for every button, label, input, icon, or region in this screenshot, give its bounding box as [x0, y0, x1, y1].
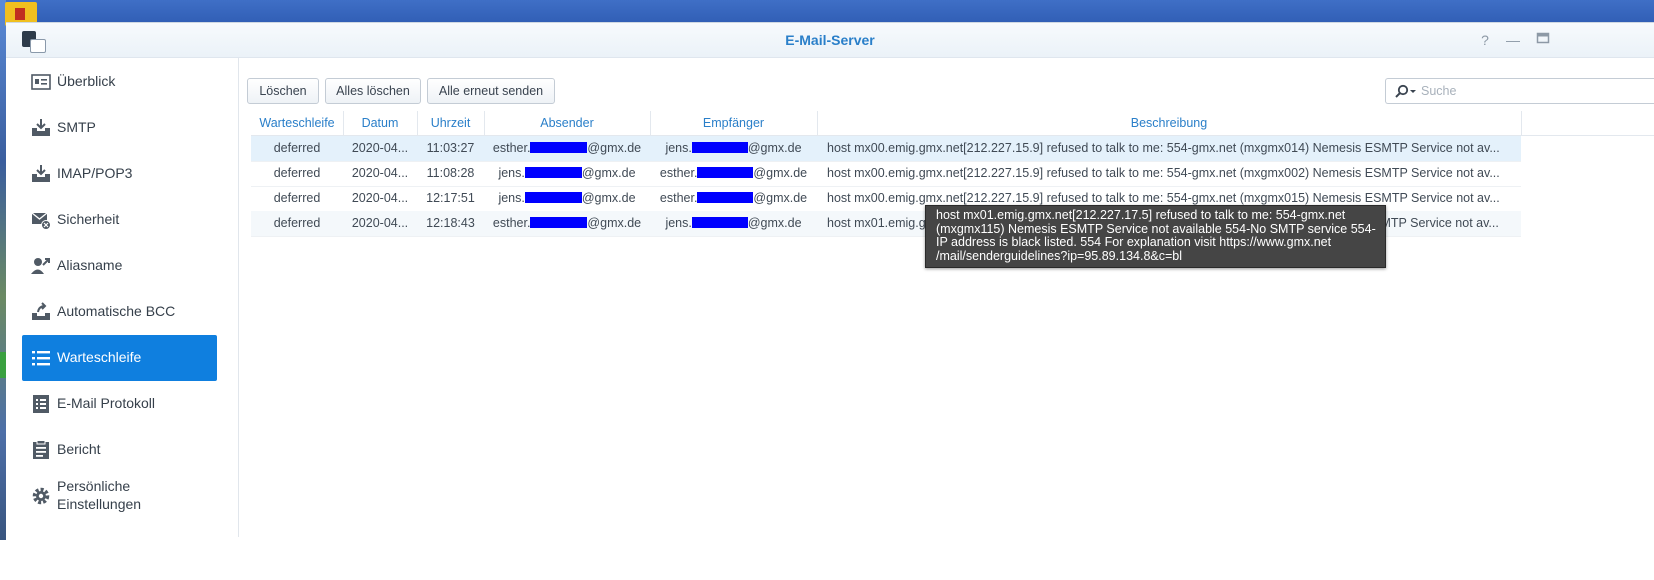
sender-cell: jens. @gmx.de [498, 191, 636, 205]
sidebar: Überblick SMTP IMAP/POP3 Sicherheit Alia… [6, 58, 239, 537]
column-header-sender[interactable]: Absender [484, 111, 651, 135]
sidebar-item-auto-bcc[interactable]: Automatische BCC [22, 289, 217, 335]
redaction-mark [697, 167, 754, 179]
table-row[interactable]: deferred 2020-04... 11:03:27 esther. @gmx… [251, 136, 1521, 162]
date-cell: 2020-04... [351, 141, 409, 155]
recipient-cell: esther. @gmx.de [659, 166, 808, 180]
main-content: Löschen Alles löschen Alle erneut senden… [239, 58, 1654, 537]
clipboard-report-icon [31, 440, 51, 460]
redaction-mark [691, 217, 748, 229]
time-cell: 11:03:27 [426, 141, 475, 155]
window-titlebar[interactable]: E-Mail-Server ? — [6, 23, 1654, 58]
sidebar-item-report[interactable]: Bericht [22, 427, 217, 473]
recipient-cell: jens. @gmx.de [665, 141, 802, 155]
search-input[interactable]: Suche [1385, 78, 1654, 104]
email-server-window: E-Mail-Server ? — Überblick SMTP IMAP/PO… [6, 22, 1654, 537]
delete-button[interactable]: Löschen [247, 78, 319, 104]
sidebar-item-overview[interactable]: Überblick [22, 59, 217, 105]
description-cell: host mx00.emig.gmx.net[212.227.15.9] ref… [827, 141, 1500, 155]
recipient-cell: esther. @gmx.de [659, 191, 808, 205]
minimize-icon[interactable]: — [1504, 31, 1522, 49]
sidebar-item-label: Warteschleife [57, 349, 142, 365]
resend-all-button[interactable]: Alle erneut senden [427, 78, 555, 104]
list-icon [31, 348, 51, 368]
date-cell: 2020-04... [351, 216, 409, 230]
redaction-mark [524, 167, 582, 179]
gear-icon [31, 486, 51, 506]
column-header-date[interactable]: Datum [343, 111, 418, 135]
sidebar-item-smtp[interactable]: SMTP [22, 105, 217, 151]
recipient-cell: jens. @gmx.de [665, 216, 802, 230]
window-title: E-Mail-Server [785, 32, 875, 48]
sidebar-item-label: E-Mail Protokoll [57, 395, 156, 411]
sidebar-item-label: Aliasname [57, 257, 123, 273]
sidebar-item-security[interactable]: Sicherheit [22, 197, 217, 243]
sidebar-item-label: IMAP/POP3 [57, 165, 133, 181]
help-icon[interactable]: ? [1476, 31, 1494, 49]
user-alias-icon [31, 256, 51, 276]
sidebar-item-personal-settings[interactable]: Persönliche Einstellungen [22, 473, 217, 519]
time-cell: 11:08:28 [426, 166, 475, 180]
redaction-mark [524, 192, 582, 204]
table-row[interactable]: deferred 2020-04... 11:08:28 jens. @gmx.d… [251, 161, 1521, 187]
column-header-queue[interactable]: Warteschleife [251, 111, 344, 135]
mail-shield-icon [31, 210, 51, 230]
sender-cell: esther. @gmx.de [492, 141, 642, 155]
description-tooltip: host mx01.emig.gmx.net[212.227.17.5] ref… [925, 205, 1386, 268]
queue-status-cell: deferred [273, 141, 321, 155]
column-header-recipient[interactable]: Empfänger [650, 111, 818, 135]
description-cell: host mx00.emig.gmx.net[212.227.15.9] ref… [827, 166, 1500, 180]
sidebar-item-label: Überblick [57, 73, 116, 89]
redaction-mark [530, 217, 588, 229]
search-placeholder: Suche [1421, 84, 1457, 98]
inbox-download-icon [31, 164, 51, 184]
sidebar-item-queue[interactable]: Warteschleife [22, 335, 217, 381]
sidebar-item-label: Bericht [57, 441, 101, 457]
log-document-icon [31, 394, 51, 414]
sidebar-item-label: Automatische BCC [57, 303, 176, 319]
redaction-mark [691, 142, 748, 154]
bcc-forward-icon [31, 302, 51, 322]
sidebar-item-imap-pop3[interactable]: IMAP/POP3 [22, 151, 217, 197]
overview-card-icon [31, 72, 51, 92]
queue-status-cell: deferred [273, 191, 321, 205]
date-cell: 2020-04... [351, 191, 409, 205]
sender-cell: jens. @gmx.de [498, 166, 636, 180]
sidebar-item-label: SMTP [57, 119, 96, 135]
time-cell: 12:17:51 [426, 191, 475, 205]
column-header-description[interactable]: Beschreibung [817, 111, 1522, 135]
delete-all-button[interactable]: Alles löschen [325, 78, 421, 104]
inbox-download-icon [31, 118, 51, 138]
time-cell: 12:18:43 [426, 216, 475, 230]
queue-status-cell: deferred [273, 166, 321, 180]
redaction-mark [697, 192, 754, 204]
maximize-icon[interactable] [1534, 31, 1552, 49]
queue-status-cell: deferred [273, 216, 321, 230]
search-icon[interactable] [1395, 84, 1416, 98]
redaction-mark [530, 142, 588, 154]
sidebar-item-mail-log[interactable]: E-Mail Protokoll [22, 381, 217, 427]
table-header: Warteschleife Datum Uhrzeit Absender Emp… [251, 111, 1654, 136]
sidebar-item-alias[interactable]: Aliasname [22, 243, 217, 289]
sender-cell: esther. @gmx.de [492, 216, 642, 230]
date-cell: 2020-04... [351, 166, 409, 180]
sidebar-item-label: Persönliche Einstellungen [57, 478, 142, 512]
column-header-time[interactable]: Uhrzeit [417, 111, 485, 135]
sidebar-item-label: Sicherheit [57, 211, 120, 227]
